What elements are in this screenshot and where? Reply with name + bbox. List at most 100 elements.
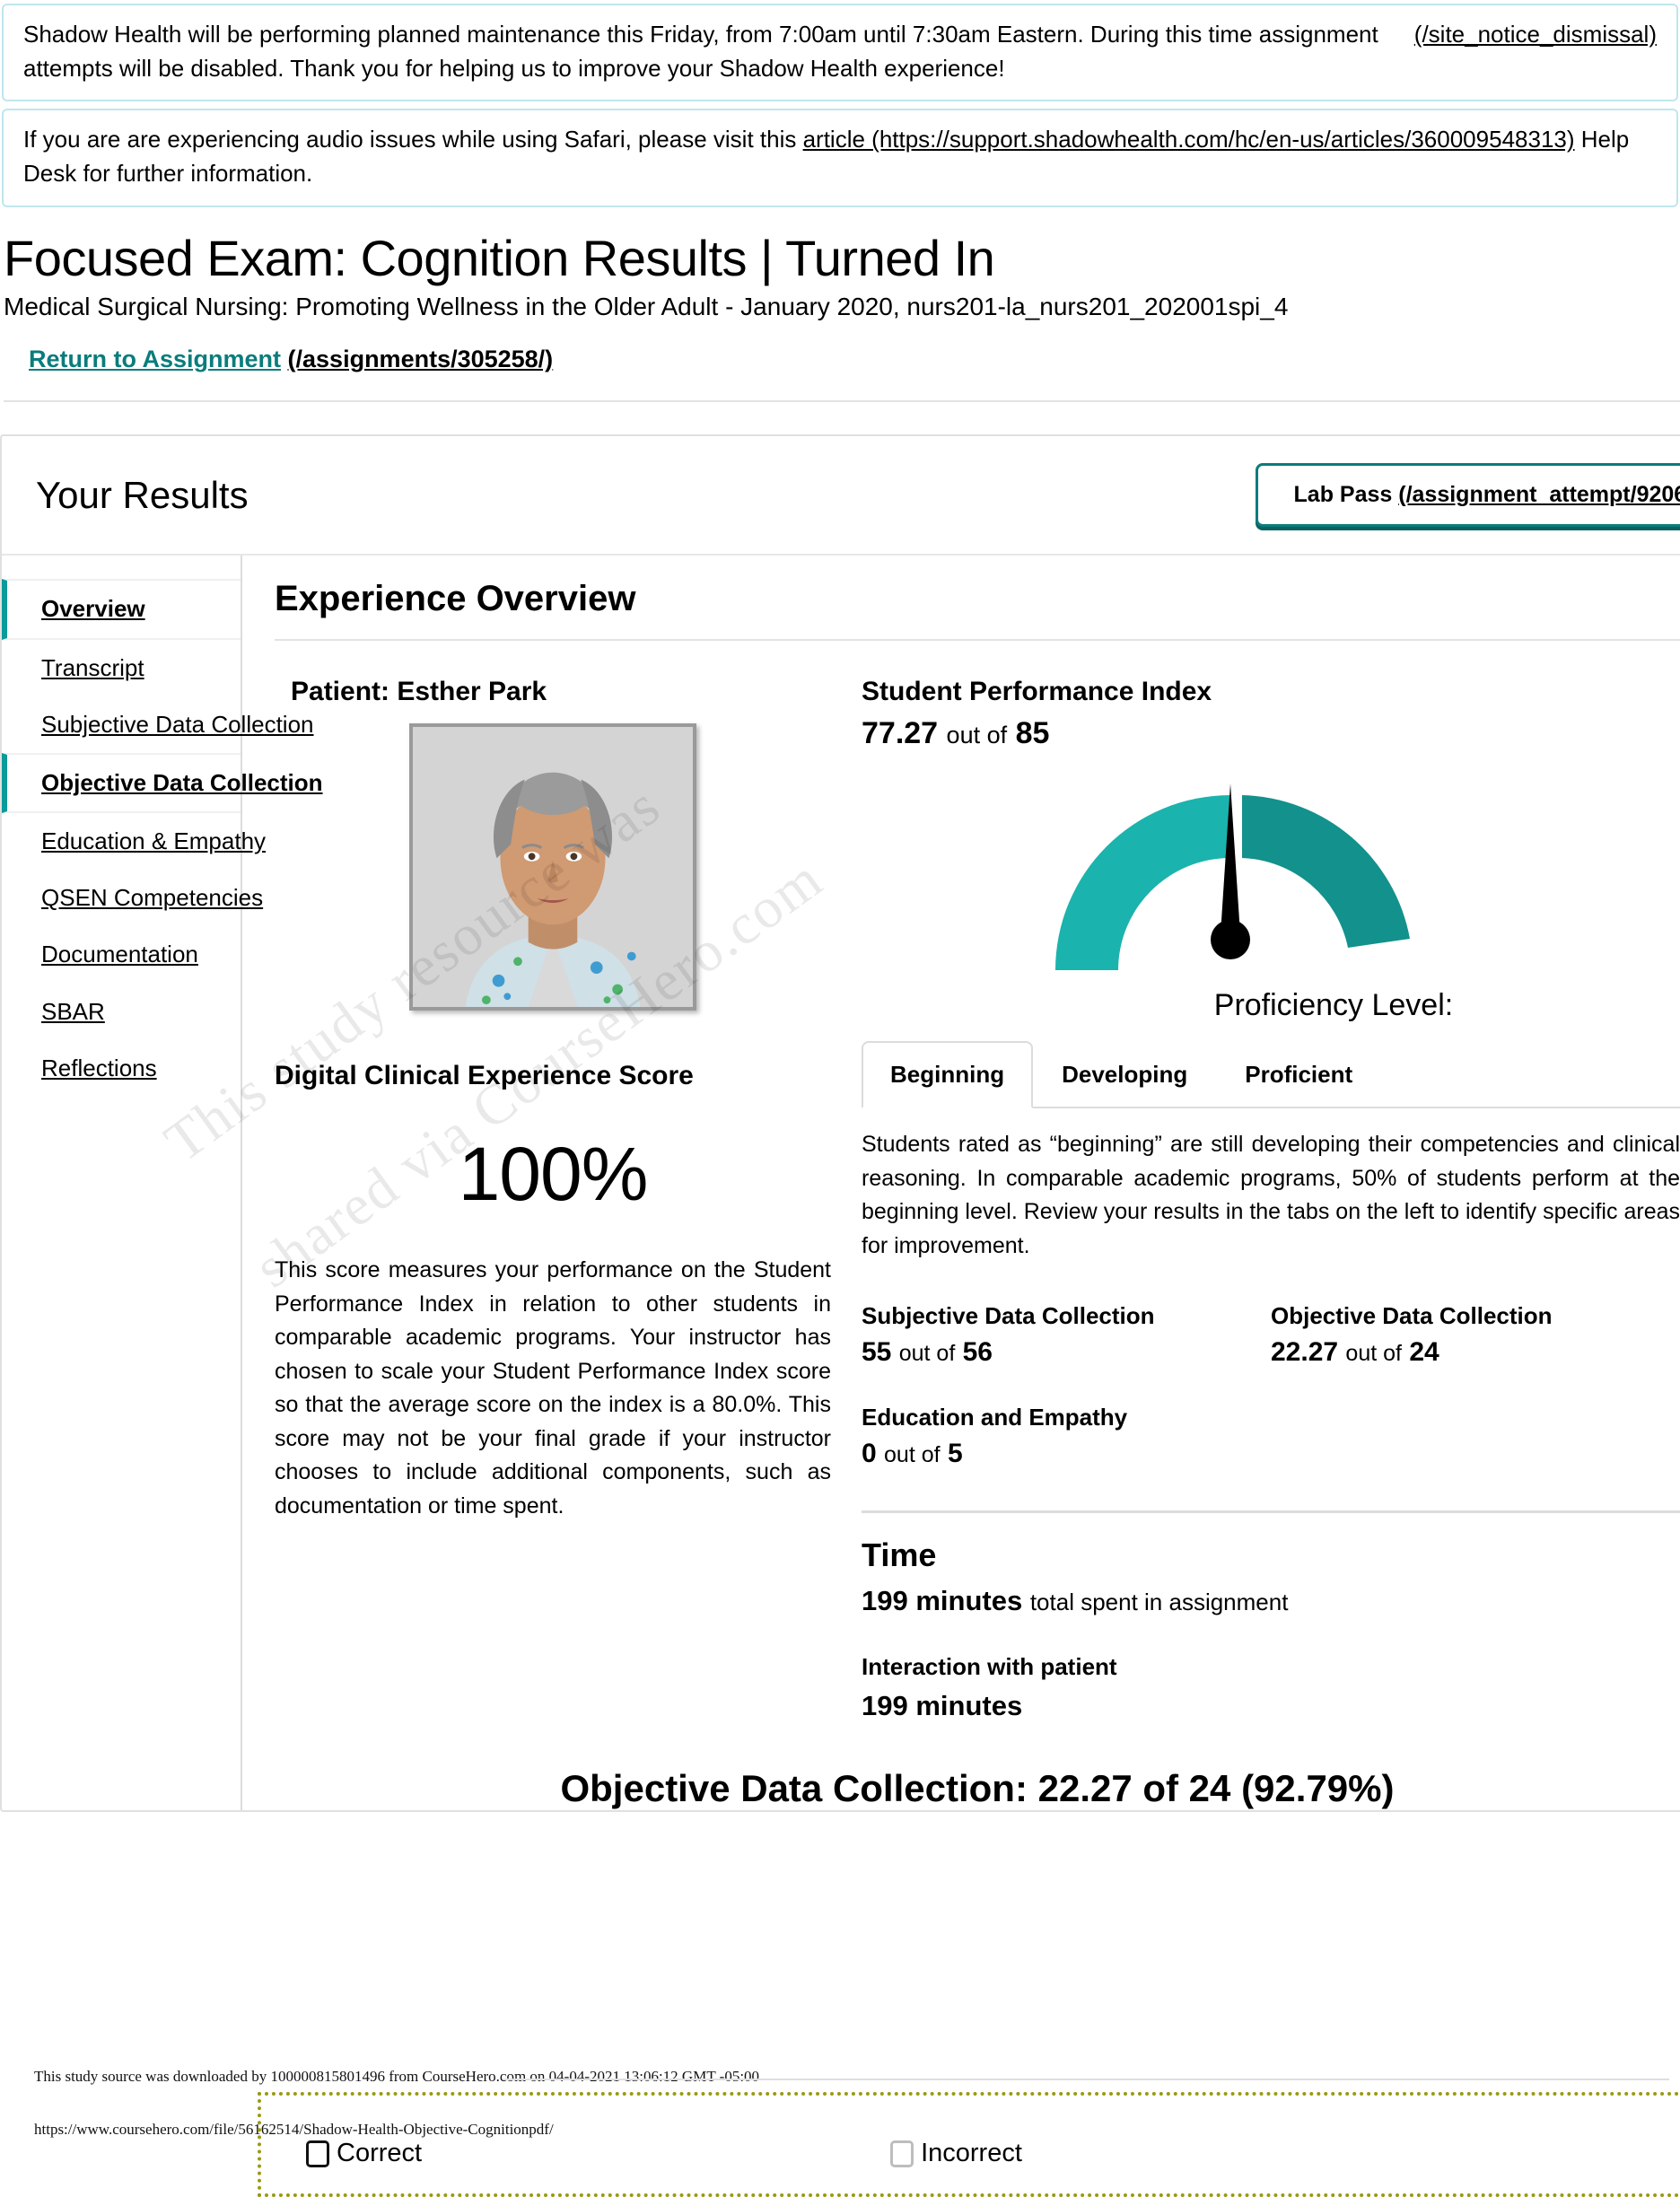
time-title: Time	[862, 1536, 937, 1574]
option-incorrect[interactable]: Incorrect	[890, 2139, 1022, 2168]
score-out-of-word: out of	[1345, 1341, 1402, 1367]
score-earned: 22.27	[1271, 1337, 1339, 1368]
score-label: Subjective Data Collection	[862, 1302, 1155, 1330]
proficiency-description: Students rated as “beginning” are still …	[862, 1132, 1680, 1258]
answer-options-box: Correct Incorrect	[258, 2092, 1680, 2197]
return-to-assignment-url[interactable]: (/assignments/305258/)	[288, 346, 554, 372]
return-to-assignment-link[interactable]: Return to Assignment	[29, 346, 281, 372]
tab-label: Proficient	[1245, 1061, 1353, 1089]
spi-out-of-word: out of	[946, 722, 1008, 749]
time-divider	[862, 1510, 1680, 1514]
header-divider	[4, 400, 1680, 403]
proficiency-tabs: Beginning Developing Proficient	[862, 1041, 1680, 1109]
patient-name-label: Patient: Esther Park	[291, 677, 547, 707]
audio-issues-notice: If you are are experiencing audio issues…	[2, 109, 1678, 207]
results-page: (/site_notice_dismissal) Shadow Health w…	[0, 0, 1680, 2197]
support-article-link[interactable]: article (https://support.shadowhealth.co…	[803, 126, 1575, 153]
sidebar-item-sbar[interactable]: SBAR	[2, 984, 241, 1040]
overview-left-column: Patient: Esther Park Digital Clinical Ex…	[275, 677, 831, 1722]
spi-total: 85	[1015, 716, 1050, 751]
sidebar-item-label: Transcript	[41, 653, 144, 681]
results-body: Overview Transcript Subjective Data Coll…	[2, 556, 1680, 1811]
patient-avatar	[409, 723, 696, 1011]
patient-portrait-svg	[413, 727, 693, 1008]
sidebar-item-label: SBAR	[41, 997, 105, 1025]
score-education-and-empathy: Education and Empathy 0 out of 5	[862, 1404, 1271, 1469]
score-subjective-data-collection: Subjective Data Collection 55 out of 56	[862, 1302, 1271, 1368]
answer-options-row: Correct Incorrect	[261, 2139, 1680, 2168]
score-value: 0 out of 5	[862, 1439, 1262, 1469]
score-earned: 55	[862, 1337, 892, 1368]
score-total: 24	[1409, 1337, 1439, 1368]
tab-developing[interactable]: Developing	[1033, 1041, 1217, 1107]
overview-columns: Patient: Esther Park Digital Clinical Ex…	[275, 677, 1680, 1722]
proficiency-gauge	[862, 764, 1680, 988]
option-correct-label: Correct	[337, 2139, 423, 2167]
course-subtitle: Medical Surgical Nursing: Promoting Well…	[4, 293, 1289, 321]
checkbox-incorrect-icon[interactable]	[890, 2140, 914, 2167]
sidebar-item-label: Documentation	[41, 941, 198, 968]
sidebar-item-transcript[interactable]: Transcript	[2, 640, 241, 696]
experience-overview-title: Experience Overview	[275, 579, 636, 619]
sidebar-item-objective-data-collection[interactable]: Objective Data Collection	[2, 752, 323, 814]
spi-score: 77.27	[862, 716, 939, 751]
score-breakdown: Subjective Data Collection 55 out of 56 …	[862, 1302, 1680, 1505]
score-description: This score measures your performance on …	[275, 1257, 831, 1519]
coursehero-download-line: This study source was downloaded by 1000…	[34, 2068, 760, 2085]
score-label: Objective Data Collection	[1271, 1302, 1553, 1330]
maintenance-notice-text: Shadow Health will be performing planned…	[23, 21, 1378, 82]
score-total: 5	[947, 1439, 963, 1469]
audio-notice-text-before: If you are are experiencing audio issues…	[23, 126, 803, 153]
overview-main: Experience Overview Patient: Esther Park	[242, 556, 1680, 1810]
sidebar-item-reflections[interactable]: Reflections	[2, 1040, 241, 1097]
page-header: Focused Exam: Cognition Results | Turned…	[0, 207, 1680, 403]
proficiency-level-title: Proficiency Level:	[1213, 988, 1454, 1023]
option-incorrect-label: Incorrect	[921, 2139, 1022, 2167]
sidebar-item-documentation[interactable]: Documentation	[2, 926, 241, 983]
digital-clinical-experience-score-label: Digital Clinical Experience Score	[275, 1061, 694, 1091]
interaction-label: Interaction with patient	[862, 1653, 1117, 1681]
time-total: 199 minutes total spent in assignment	[862, 1585, 1680, 1617]
score-value: 22.27 out of 24	[1271, 1337, 1671, 1368]
score-out-of-word: out of	[898, 1341, 956, 1367]
time-total-value: 199 minutes	[862, 1585, 1023, 1617]
sidebar-item-overview[interactable]: Overview	[2, 579, 241, 640]
score-value: 55 out of 56	[862, 1337, 1262, 1368]
your-results-heading: Your Results	[36, 473, 249, 516]
sidebar-item-qsen-competencies[interactable]: QSEN Competencies	[2, 870, 263, 926]
score-total: 56	[962, 1337, 993, 1368]
tab-label: Developing	[1062, 1061, 1188, 1089]
sidebar-item-label: Overview	[41, 595, 145, 623]
sidebar-item-label: Reflections	[41, 1054, 157, 1081]
gauge-icon	[1055, 783, 1410, 971]
sidebar-item-label: QSEN Competencies	[41, 884, 264, 912]
score-label: Education and Empathy	[862, 1404, 1128, 1431]
lab-pass-button[interactable]: Lab Pass (/assignment_attempt/9206977/la…	[1255, 463, 1680, 528]
lab-pass-url: (/assignment_attempt/9206977/lab_pass.pd…	[1398, 482, 1680, 508]
score-objective-data-collection: Objective Data Collection 22.27 out of 2…	[1271, 1302, 1680, 1368]
sidebar-item-education-empathy[interactable]: Education & Empathy	[2, 813, 266, 870]
lab-pass-label: Lab Pass	[1293, 482, 1393, 508]
section-divider	[275, 639, 1680, 642]
sidebar-item-subjective-data-collection[interactable]: Subjective Data Collection	[2, 696, 314, 753]
results-card: Your Results Lab Pass (/assignment_attem…	[0, 434, 1680, 1813]
results-sidebar: Overview Transcript Subjective Data Coll…	[2, 556, 323, 1811]
score-out-of-word: out of	[884, 1442, 941, 1468]
time-total-suffix: total spent in assignment	[1029, 1589, 1289, 1616]
maintenance-notice: (/site_notice_dismissal) Shadow Health w…	[2, 4, 1678, 102]
objective-data-collection-heading: Objective Data Collection: 22.27 of 24 (…	[560, 1767, 1395, 1810]
return-to-assignment: Return to Assignment (/assignments/30525…	[4, 346, 1680, 373]
score-earned: 0	[862, 1439, 877, 1469]
tab-beginning[interactable]: Beginning	[862, 1041, 1034, 1109]
interaction-value: 199 minutes	[862, 1690, 1023, 1722]
page-title: Focused Exam: Cognition Results | Turned…	[4, 229, 995, 286]
sidebar-item-label: Education & Empathy	[41, 827, 267, 855]
coursehero-rule	[503, 2079, 1669, 2080]
results-card-header: Your Results Lab Pass (/assignment_attem…	[2, 436, 1680, 556]
checkbox-correct-icon[interactable]	[306, 2140, 329, 2167]
student-performance-index-label: Student Performance Index	[862, 677, 1212, 707]
site-notice-dismissal-link[interactable]: (/site_notice_dismissal)	[1414, 18, 1657, 52]
option-correct[interactable]: Correct	[306, 2139, 422, 2168]
tab-proficient[interactable]: Proficient	[1216, 1041, 1382, 1107]
student-performance-index-value: 77.27 out of 85	[862, 716, 1680, 751]
